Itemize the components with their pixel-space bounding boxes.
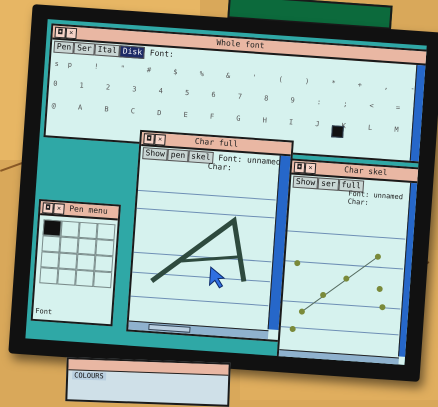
font-label: Font:	[149, 48, 175, 60]
pen-cell[interactable]	[93, 270, 113, 289]
tab-ital[interactable]: Ital	[94, 43, 121, 58]
glyph-a-stroke	[150, 216, 247, 284]
window-title: Whole font	[216, 37, 265, 51]
pen-cell[interactable]	[96, 223, 116, 241]
monitor: ◘ × Whole font Pen Ser Ital Disk Font: sp !…	[8, 4, 438, 382]
colours-title: COLOURS	[72, 371, 106, 381]
pen-menu-titlebar[interactable]: ◘ × Pen menu	[40, 201, 119, 221]
skeleton-point	[374, 253, 381, 260]
ser-button[interactable]: ser	[317, 177, 339, 191]
skeleton-point	[379, 304, 386, 311]
skeleton-point	[298, 308, 305, 315]
font-footer: Font	[35, 306, 53, 317]
pen-cell[interactable]	[58, 252, 78, 270]
pen-cell[interactable]	[75, 269, 95, 287]
pen-cell[interactable]	[40, 251, 60, 269]
skeleton-point	[376, 285, 383, 292]
show-button[interactable]: Show	[142, 147, 169, 161]
colours-window[interactable]: COLOURS	[65, 357, 231, 407]
close-icon[interactable]: ×	[304, 162, 317, 175]
desktop: ◘ × Whole font Pen Ser Ital Disk Font: sp !…	[25, 19, 427, 365]
pen-cell[interactable]	[60, 220, 80, 238]
window-title: Char full	[194, 136, 239, 149]
close-icon[interactable]: ×	[154, 133, 166, 146]
skeleton-canvas[interactable]	[280, 200, 405, 348]
selected-char-cell[interactable]	[331, 125, 344, 139]
horizontal-scrollbar[interactable]	[128, 320, 269, 340]
back-icon[interactable]: ◘	[42, 202, 54, 214]
close-icon[interactable]: ×	[53, 203, 65, 215]
pen-cell[interactable]	[94, 255, 114, 273]
pen-cell[interactable]	[78, 221, 98, 240]
tab-disk[interactable]: Disk	[119, 45, 146, 59]
pen-cell[interactable]	[76, 253, 96, 271]
glyph-canvas[interactable]	[129, 162, 275, 321]
skeleton-line	[301, 256, 379, 312]
scroll-thumb[interactable]	[148, 323, 191, 333]
back-icon[interactable]: ◘	[143, 133, 155, 145]
tab-pen[interactable]: Pen	[53, 40, 75, 55]
pen-menu-window[interactable]: ◘ × Pen menu Font	[30, 198, 121, 327]
tab-ser[interactable]: Ser	[73, 42, 96, 56]
skeleton-point	[320, 292, 327, 299]
skeleton-point	[289, 325, 296, 332]
char-skel-window[interactable]: ◘ × Char skel Show ser full Font: unnamed …	[276, 158, 425, 365]
pen-cell[interactable]	[59, 236, 79, 254]
horizontal-scrollbar[interactable]	[278, 349, 399, 365]
window-title: Char skel	[343, 165, 388, 178]
skeleton-point	[294, 260, 301, 267]
pen-cell-selected[interactable]	[42, 219, 62, 237]
back-icon[interactable]: ◘	[54, 26, 67, 39]
pen-cell[interactable]	[57, 268, 77, 286]
pen-cell[interactable]	[77, 237, 97, 256]
pen-cell[interactable]	[95, 239, 115, 257]
pen-cell[interactable]	[39, 267, 59, 285]
show-button[interactable]: Show	[292, 175, 319, 190]
vertical-scrollbar[interactable]	[409, 64, 427, 162]
char-full-window[interactable]: ◘ × Char full Show pen skel Font: unnamed …	[126, 129, 294, 343]
pen-cell[interactable]	[41, 235, 61, 253]
pen-button[interactable]: pen	[167, 148, 189, 163]
pen-cursor-icon	[208, 266, 226, 289]
back-icon[interactable]: ◘	[293, 161, 306, 174]
close-icon[interactable]: ×	[65, 27, 78, 40]
